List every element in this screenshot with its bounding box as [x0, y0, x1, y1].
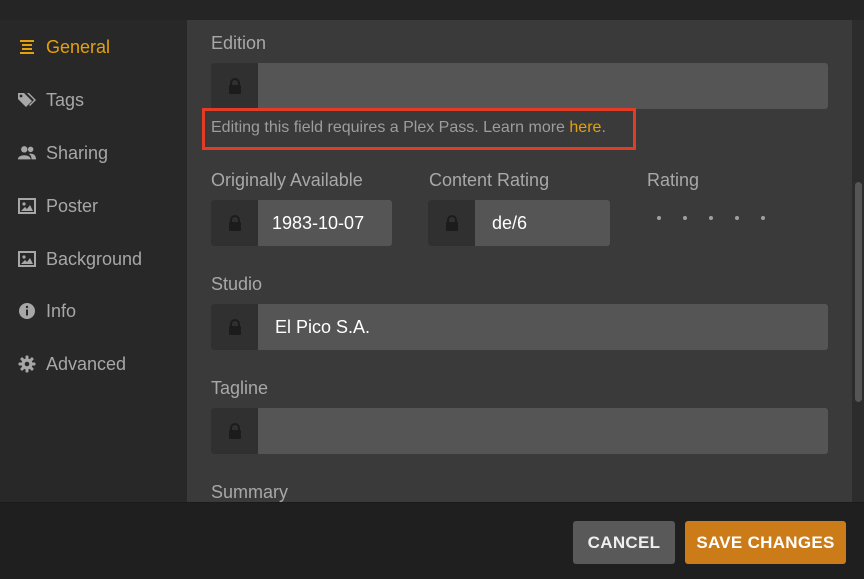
- rating-label: Rating: [647, 170, 700, 190]
- content-rating-field[interactable]: de/6: [428, 200, 610, 246]
- image-icon: [17, 249, 37, 269]
- sidebar-item-label: Tags: [46, 89, 85, 110]
- save-changes-button[interactable]: SAVE CHANGES: [685, 521, 846, 564]
- sidebar-item-background[interactable]: Background: [0, 241, 187, 277]
- sidebar-item-sharing[interactable]: Sharing: [0, 135, 187, 171]
- rating-star-5[interactable]: [761, 216, 765, 220]
- originally-available-field[interactable]: 1983-10-07: [211, 200, 392, 246]
- sidebar-item-poster[interactable]: Poster: [0, 188, 187, 224]
- sidebar-item-info[interactable]: Info: [0, 293, 187, 329]
- lock-icon[interactable]: [211, 304, 258, 350]
- originally-available-label: Originally Available: [211, 170, 363, 190]
- rating-stars[interactable]: [657, 216, 765, 220]
- scrollbar-thumb[interactable]: [855, 182, 862, 402]
- cancel-button[interactable]: CANCEL: [573, 521, 675, 564]
- gear-icon: [17, 354, 37, 374]
- rating-star-3[interactable]: [709, 216, 713, 220]
- plex-pass-notice: Editing this field requires a Plex Pass.…: [211, 119, 606, 137]
- sidebar-item-label: Poster: [46, 195, 99, 216]
- general-form: Edition Editing this field requires a Pl…: [187, 20, 852, 502]
- edition-label: Edition: [211, 33, 267, 53]
- learn-more-link[interactable]: here: [569, 119, 601, 136]
- rating-star-2[interactable]: [683, 216, 687, 220]
- sidebar-item-general[interactable]: General: [0, 29, 187, 65]
- dialog-header-strip: [0, 0, 864, 21]
- tagline-label: Tagline: [211, 378, 269, 398]
- info-icon: [17, 301, 37, 321]
- sidebar-item-label: General: [46, 36, 111, 57]
- sidebar: General Tags Sharing Poster Background I…: [0, 20, 187, 502]
- summary-label: Summary: [211, 482, 289, 502]
- studio-value: El Pico S.A.: [275, 317, 371, 337]
- sidebar-item-label: Sharing: [46, 142, 109, 163]
- rating-star-4[interactable]: [735, 216, 739, 220]
- lock-icon[interactable]: [211, 408, 258, 454]
- notice-suffix: .: [601, 119, 606, 136]
- lock-icon[interactable]: [211, 200, 258, 246]
- edition-field[interactable]: [211, 63, 828, 109]
- sidebar-item-tags[interactable]: Tags: [0, 82, 187, 118]
- tagline-field[interactable]: [211, 408, 828, 454]
- content-rating-value: de/6: [492, 213, 528, 233]
- scrollbar[interactable]: [852, 20, 864, 502]
- tags-icon: [17, 90, 37, 110]
- dialog-footer: CANCEL SAVE CHANGES: [0, 502, 864, 579]
- originally-available-value: 1983-10-07: [272, 213, 365, 233]
- list-icon: [17, 37, 37, 57]
- studio-field[interactable]: El Pico S.A.: [211, 304, 828, 350]
- lock-icon[interactable]: [428, 200, 475, 246]
- studio-label: Studio: [211, 274, 263, 294]
- lock-icon[interactable]: [211, 63, 258, 109]
- sidebar-item-label: Advanced: [46, 353, 127, 374]
- edit-metadata-dialog: General Tags Sharing Poster Background I…: [0, 0, 864, 579]
- sidebar-item-advanced[interactable]: Advanced: [0, 346, 187, 382]
- users-icon: [17, 143, 37, 163]
- sidebar-item-label: Background: [46, 248, 143, 269]
- image-icon: [17, 196, 37, 216]
- sidebar-item-label: Info: [46, 300, 77, 321]
- rating-star-1[interactable]: [657, 216, 661, 220]
- content-rating-label: Content Rating: [429, 170, 550, 190]
- notice-text: Editing this field requires a Plex Pass.…: [211, 119, 570, 136]
